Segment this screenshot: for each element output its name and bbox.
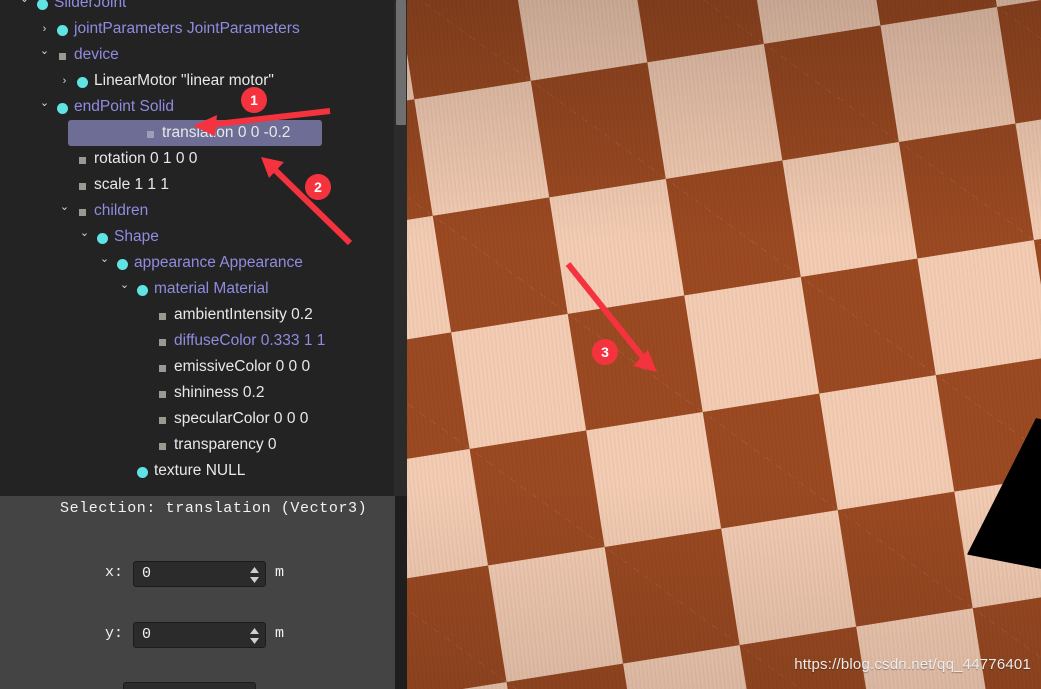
annotation-arrow-1 — [193, 108, 331, 136]
annotation-arrow-2 — [261, 157, 353, 246]
annotation-badge-1: 1 — [241, 87, 267, 113]
annotation-badge-2: 2 — [305, 174, 331, 200]
webots-scene-tree-window: https://blog.csdn.net/qq_44776401 Slider… — [0, 0, 1041, 689]
annotation-badge-3: 3 — [592, 339, 618, 365]
annotation-arrows — [193, 108, 657, 372]
